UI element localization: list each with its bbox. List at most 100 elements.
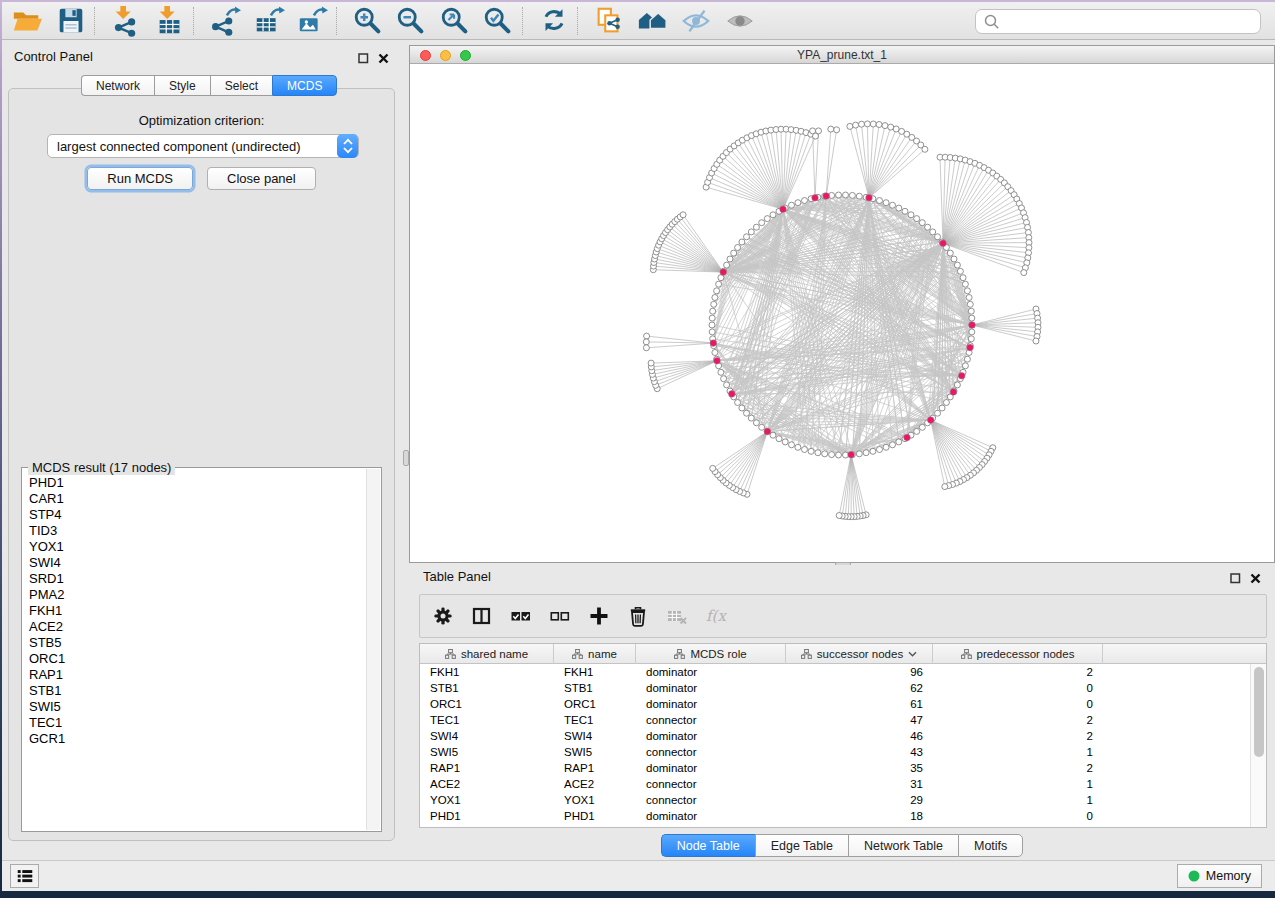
zoom-fit-button[interactable] bbox=[438, 6, 472, 36]
memory-button[interactable]: Memory bbox=[1177, 864, 1262, 888]
mcds-result-node[interactable]: GCR1 bbox=[23, 731, 365, 747]
function-builder-button[interactable]: f(x) bbox=[705, 605, 727, 627]
mcds-result-node[interactable]: STP4 bbox=[23, 507, 365, 523]
dropdown-stepper-icon bbox=[337, 134, 358, 158]
mcds-result-node[interactable]: SWI5 bbox=[23, 699, 365, 715]
mcds-result-node[interactable]: ORC1 bbox=[23, 651, 365, 667]
export-table-button[interactable] bbox=[252, 6, 286, 36]
table-row[interactable]: FKH1FKH1dominator962 bbox=[420, 664, 1250, 680]
table-row[interactable]: PHD1PHD1dominator180 bbox=[420, 808, 1250, 824]
tab-mcds[interactable]: MCDS bbox=[272, 75, 337, 96]
tab-edge-table[interactable]: Edge Table bbox=[755, 834, 848, 857]
mcds-result-node[interactable]: SWI4 bbox=[23, 555, 365, 571]
float-table-panel-icon[interactable] bbox=[1230, 570, 1241, 588]
show-all-button[interactable] bbox=[723, 6, 757, 36]
toolbar-separator bbox=[94, 7, 95, 35]
select-all-button[interactable] bbox=[510, 605, 532, 627]
table-row[interactable]: RAP1RAP1dominator352 bbox=[420, 760, 1250, 776]
close-panel-button[interactable]: Close panel bbox=[207, 167, 316, 190]
node-table: shared namenameMCDS rolesuccessor nodesp… bbox=[419, 643, 1267, 828]
table-row[interactable]: SWI4SWI4dominator462 bbox=[420, 728, 1250, 744]
task-history-button[interactable] bbox=[10, 864, 39, 888]
import-table-icon bbox=[154, 5, 186, 37]
hide-selected-icon bbox=[680, 5, 712, 37]
run-mcds-button[interactable]: Run MCDS bbox=[87, 167, 193, 190]
column-header-shared-name[interactable]: shared name bbox=[420, 644, 554, 664]
mcds-result-title: MCDS result (17 nodes) bbox=[28, 460, 175, 475]
save-session-button[interactable] bbox=[54, 6, 88, 36]
tab-style[interactable]: Style bbox=[154, 75, 210, 96]
table-row[interactable]: ACE2ACE2connector311 bbox=[420, 776, 1250, 792]
mcds-result-node[interactable]: SRD1 bbox=[23, 571, 365, 587]
mcds-result-box: MCDS result (17 nodes) PHD1CAR1STP4TID3Y… bbox=[21, 467, 382, 832]
column-type-icon bbox=[572, 649, 583, 659]
mcds-result-node[interactable]: TEC1 bbox=[23, 715, 365, 731]
export-network-button[interactable] bbox=[208, 6, 242, 36]
table-panel-title: Table Panel bbox=[423, 569, 491, 584]
column-type-icon bbox=[674, 649, 685, 659]
add-row-button[interactable] bbox=[588, 605, 610, 627]
open-file-button[interactable] bbox=[10, 6, 44, 36]
mcds-result-node[interactable]: YOX1 bbox=[23, 539, 365, 555]
column-header-successor-nodes[interactable]: successor nodes bbox=[786, 644, 933, 664]
app-window: Control Panel NetworkStyleSelectMCDS Opt… bbox=[2, 2, 1275, 891]
first-neighbors-button[interactable] bbox=[636, 6, 670, 36]
table-row[interactable]: STB1STB1dominator620 bbox=[420, 680, 1250, 696]
mcds-scrollbar[interactable] bbox=[366, 469, 380, 830]
table-row[interactable]: TEC1TEC1connector472 bbox=[420, 712, 1250, 728]
column-header-predecessor-nodes[interactable]: predecessor nodes bbox=[933, 644, 1103, 664]
save-session-icon bbox=[55, 5, 87, 37]
column-header-MCDS-role[interactable]: MCDS role bbox=[636, 644, 786, 664]
network-window-titlebar: YPA_prune.txt_1 bbox=[410, 46, 1274, 64]
table-row[interactable]: ORC1ORC1dominator610 bbox=[420, 696, 1250, 712]
mcds-result-node[interactable]: PHD1 bbox=[23, 475, 365, 491]
mcds-result-node[interactable]: FKH1 bbox=[23, 603, 365, 619]
tab-network-table[interactable]: Network Table bbox=[848, 834, 958, 857]
zoom-in-button[interactable] bbox=[351, 6, 385, 36]
network-view[interactable] bbox=[410, 64, 1275, 562]
deselect-all-button[interactable] bbox=[549, 605, 571, 627]
show-all-icon bbox=[724, 5, 756, 37]
columns-button[interactable] bbox=[471, 605, 493, 627]
mcds-result-node[interactable]: ACE2 bbox=[23, 619, 365, 635]
tab-network[interactable]: Network bbox=[81, 75, 154, 96]
mcds-result-node[interactable]: STB5 bbox=[23, 635, 365, 651]
export-image-button[interactable] bbox=[295, 6, 329, 36]
import-network-button[interactable] bbox=[109, 6, 143, 36]
mcds-result-node[interactable]: TID3 bbox=[23, 523, 365, 539]
clone-network-button[interactable] bbox=[592, 6, 626, 36]
search-box[interactable] bbox=[975, 9, 1261, 34]
toolbar-separator bbox=[577, 7, 578, 35]
delete-row-button[interactable] bbox=[627, 605, 649, 627]
export-table-icon bbox=[253, 5, 285, 37]
delete-table-button[interactable] bbox=[666, 605, 688, 627]
zoom-out-button[interactable] bbox=[394, 6, 428, 36]
close-panel-icon[interactable] bbox=[378, 50, 389, 68]
refresh-view-button[interactable] bbox=[537, 6, 571, 36]
import-table-button[interactable] bbox=[153, 6, 187, 36]
tab-node-table[interactable]: Node Table bbox=[661, 834, 755, 857]
network-window: YPA_prune.txt_1 bbox=[409, 45, 1275, 563]
tab-motifs[interactable]: Motifs bbox=[958, 834, 1023, 857]
hide-selected-button[interactable] bbox=[679, 6, 713, 36]
float-panel-icon[interactable] bbox=[358, 50, 369, 68]
settings-button[interactable] bbox=[432, 605, 454, 627]
column-header-name[interactable]: name bbox=[554, 644, 636, 664]
table-scrollbar[interactable] bbox=[1250, 664, 1266, 827]
close-table-panel-icon[interactable] bbox=[1250, 570, 1261, 588]
mcds-result-node[interactable]: STB1 bbox=[23, 683, 365, 699]
zoom-selected-button[interactable] bbox=[481, 6, 515, 36]
mcds-result-node[interactable]: CAR1 bbox=[23, 491, 365, 507]
toolbar-separator bbox=[522, 7, 523, 35]
tab-select[interactable]: Select bbox=[210, 75, 272, 96]
deselect-all-icon bbox=[549, 605, 571, 627]
zoom-fit-icon bbox=[439, 5, 471, 37]
column-type-icon bbox=[801, 649, 812, 659]
network-window-title: YPA_prune.txt_1 bbox=[410, 48, 1274, 62]
criterion-dropdown[interactable]: largest connected component (undirected) bbox=[47, 134, 359, 158]
table-row[interactable]: SWI5SWI5connector431 bbox=[420, 744, 1250, 760]
mcds-result-node[interactable]: PMA2 bbox=[23, 587, 365, 603]
zoom-out-icon bbox=[395, 5, 427, 37]
mcds-result-node[interactable]: RAP1 bbox=[23, 667, 365, 683]
table-row[interactable]: YOX1YOX1connector291 bbox=[420, 792, 1250, 808]
